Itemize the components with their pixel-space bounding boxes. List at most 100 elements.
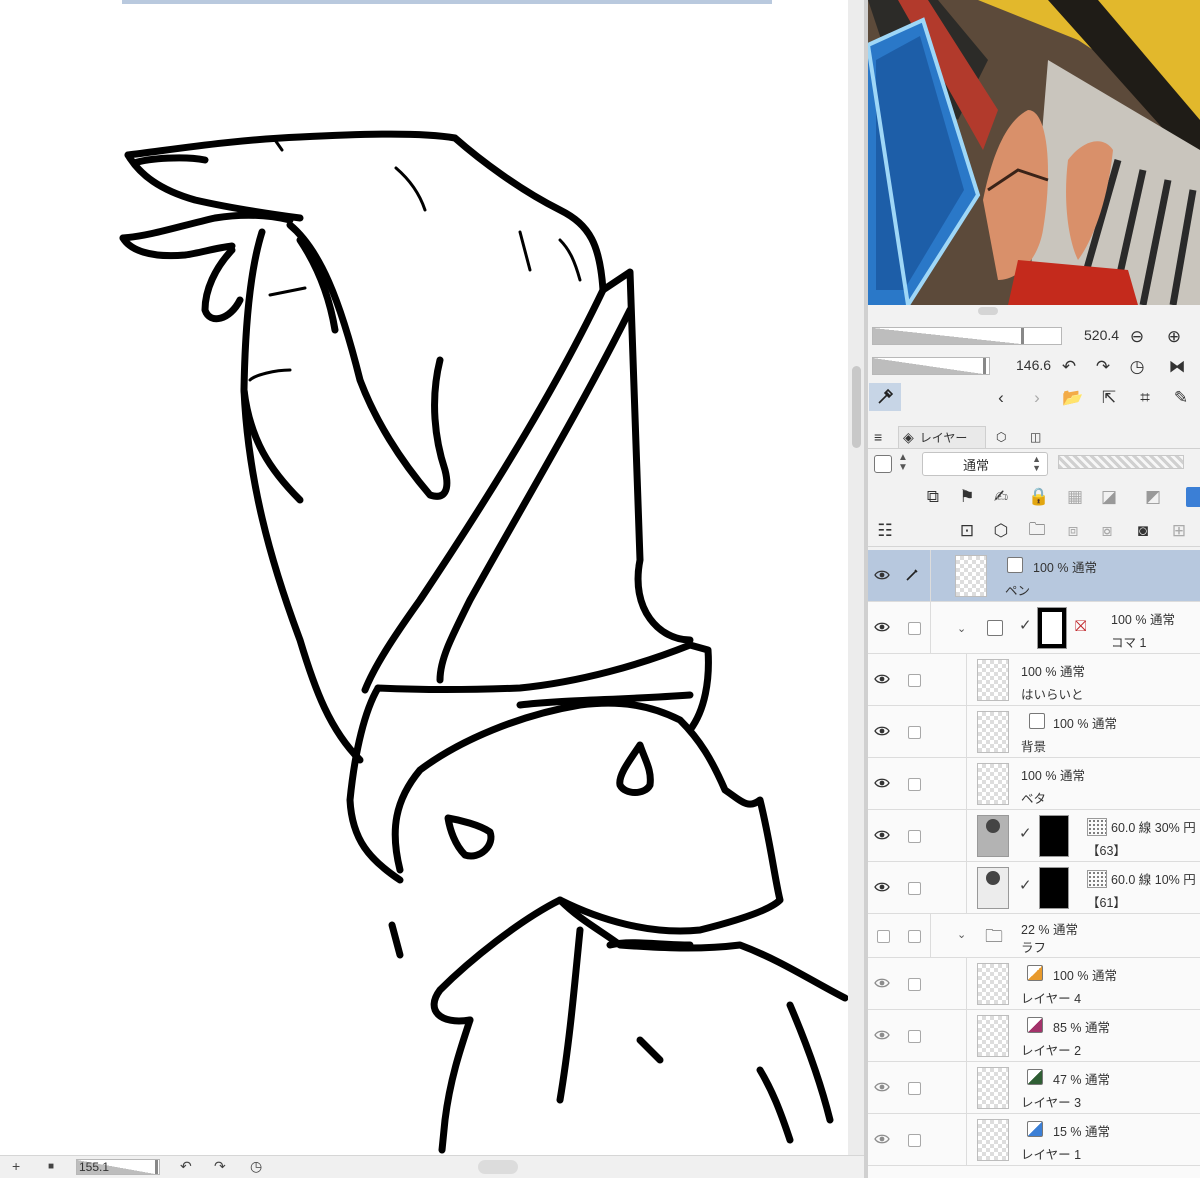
- rotate-right-icon[interactable]: ↷: [1092, 356, 1114, 378]
- zoom-row: 520.4 ⊖ ⊕: [868, 322, 1200, 352]
- layer-row[interactable]: 47 % 通常 レイヤー 3: [868, 1062, 1200, 1114]
- canvas-vertical-scrollbar[interactable]: [849, 0, 864, 1155]
- eyedropper-button[interactable]: [869, 383, 901, 411]
- navigator-preview[interactable]: [868, 0, 1200, 305]
- zoom-slider[interactable]: 155.1: [76, 1159, 160, 1175]
- layer-checkbox[interactable]: [908, 622, 921, 635]
- mask-icon[interactable]: ◙: [1132, 520, 1154, 542]
- visibility-eye-icon[interactable]: [874, 827, 890, 843]
- zoom-out-icon[interactable]: ⊖: [1126, 326, 1148, 348]
- layer-row[interactable]: 85 % 通常 レイヤー 2: [868, 1010, 1200, 1062]
- chevron-down-icon[interactable]: ⌄: [957, 928, 966, 941]
- layer-checkbox[interactable]: [908, 1030, 921, 1043]
- pen-icon: [904, 567, 920, 583]
- layer-settings-icon[interactable]: ☷: [874, 520, 896, 542]
- visibility-eye-icon[interactable]: [874, 775, 890, 791]
- new-folder-icon[interactable]: 🗀: [1026, 520, 1048, 542]
- navigator-zoom-slider[interactable]: [872, 327, 1062, 345]
- vertical-scroll-thumb[interactable]: [852, 366, 861, 448]
- merge-down-icon[interactable]: ⧇: [1096, 520, 1118, 542]
- layer-checkbox[interactable]: [908, 882, 921, 895]
- layer-row[interactable]: 100 % 通常 ペン: [868, 550, 1200, 602]
- canvas-sheet[interactable]: [0, 0, 848, 1155]
- status-bar: + ■ 155.1 ↶ ↷ ◷: [0, 1155, 864, 1178]
- layer-lock-toolbar: ⧉ ⚑ ✍ 🔒 ▦ ◪ ◩: [868, 483, 1200, 511]
- layer-row[interactable]: ⌄ ✓ ⛝ 100 % 通常 コマ 1: [868, 602, 1200, 654]
- transfer-down-icon[interactable]: ⧈: [1062, 520, 1084, 542]
- layer-checkbox[interactable]: [908, 1082, 921, 1095]
- rotate-left-icon[interactable]: ↶: [180, 1158, 192, 1175]
- layer-tone-settings: 60.0 線 10% 円: [1111, 873, 1196, 887]
- new-vector-layer-icon[interactable]: ⬡: [990, 520, 1012, 542]
- tab-history-icon[interactable]: ◫: [1030, 426, 1041, 448]
- lock-transparent-icon[interactable]: ▦: [1064, 486, 1086, 508]
- layer-checkbox[interactable]: [908, 778, 921, 791]
- draft-layer-icon[interactable]: ✍: [990, 486, 1012, 508]
- opacity-slider[interactable]: [1058, 455, 1184, 469]
- next-icon[interactable]: ›: [1026, 387, 1048, 409]
- visibility-checkbox[interactable]: [877, 930, 890, 943]
- tab-layer-property-icon[interactable]: ⬡: [996, 426, 1006, 448]
- layer-checkbox[interactable]: [908, 726, 921, 739]
- new-raster-layer-icon[interactable]: ⊡: [956, 520, 978, 542]
- visibility-eye-icon[interactable]: [874, 723, 890, 739]
- open-folder-icon[interactable]: 📂: [1062, 387, 1084, 409]
- visibility-eye-icon[interactable]: [874, 619, 890, 635]
- camera-icon[interactable]: ⌗: [1134, 387, 1156, 409]
- navigator-resize-grip[interactable]: [978, 307, 998, 315]
- reset-rotation-icon[interactable]: ◷: [1126, 356, 1148, 378]
- panel-menu-icon[interactable]: ≡: [874, 426, 882, 448]
- navigator-rotation-slider[interactable]: [872, 357, 990, 375]
- canvas-area[interactable]: [0, 0, 864, 1155]
- horizontal-scroll-thumb[interactable]: [478, 1160, 518, 1174]
- layer-row[interactable]: ✓ 60.0 線 10% 円 【61】: [868, 862, 1200, 914]
- flip-horizontal-icon[interactable]: ⧓: [1166, 356, 1188, 378]
- visibility-eye-icon[interactable]: [874, 975, 890, 991]
- ruler-toggle-icon[interactable]: ◩: [1142, 486, 1164, 508]
- layer-checkbox[interactable]: [908, 978, 921, 991]
- layer-row[interactable]: 100 % 通常 はいらいと: [868, 654, 1200, 706]
- layer-checkbox[interactable]: [908, 830, 921, 843]
- blend-row: ▲ ▼ 通常 ▲ ▼: [868, 450, 1200, 480]
- layer-row[interactable]: 100 % 通常 ベタ: [868, 758, 1200, 810]
- edit-icon[interactable]: ✎: [1170, 387, 1192, 409]
- layer-name: レイヤー 4: [1021, 992, 1082, 1006]
- mask-toggle-icon[interactable]: ◪: [1098, 486, 1120, 508]
- reset-rotation-icon[interactable]: ◷: [250, 1158, 262, 1175]
- layer-row[interactable]: 15 % 通常 レイヤー 1: [868, 1114, 1200, 1166]
- export-icon[interactable]: ⇱: [1098, 387, 1120, 409]
- zoom-slider-knob[interactable]: [1021, 328, 1024, 344]
- lock-icon[interactable]: 🔒: [1028, 486, 1050, 508]
- visibility-eye-icon[interactable]: [874, 671, 890, 687]
- layer-row[interactable]: ⌄ 🗀 22 % 通常 ラフ: [868, 914, 1200, 958]
- layer-row[interactable]: 100 % 通常 レイヤー 4: [868, 958, 1200, 1010]
- clip-icon[interactable]: ⧉: [922, 486, 944, 508]
- color-mode-swatch[interactable]: [874, 455, 892, 473]
- visibility-eye-icon[interactable]: [874, 1131, 890, 1147]
- layer-color-icon[interactable]: [1186, 487, 1200, 507]
- zoom-knob[interactable]: [155, 1160, 158, 1174]
- rotate-right-icon[interactable]: ↷: [214, 1158, 226, 1175]
- add-button[interactable]: +: [12, 1158, 20, 1174]
- layer-checkbox[interactable]: [908, 930, 921, 943]
- zoom-in-icon[interactable]: ⊕: [1163, 326, 1185, 348]
- reference-layer-icon[interactable]: ⚑: [956, 486, 978, 508]
- visibility-eye-icon[interactable]: [874, 879, 890, 895]
- layer-row[interactable]: ✓ 60.0 線 30% 円 【63】: [868, 810, 1200, 862]
- layer-checkbox[interactable]: [908, 674, 921, 687]
- visibility-eye-icon[interactable]: [874, 1079, 890, 1095]
- rotate-left-icon[interactable]: ↶: [1058, 356, 1080, 378]
- tab-layer[interactable]: ◈ レイヤー: [898, 426, 986, 448]
- mask-apply-icon[interactable]: ⊞: [1168, 520, 1190, 542]
- chevron-down-icon[interactable]: ⌄: [957, 622, 966, 635]
- visibility-eye-icon[interactable]: [874, 1027, 890, 1043]
- layer-row[interactable]: 100 % 通常 背景: [868, 706, 1200, 758]
- visibility-eye-icon[interactable]: [874, 567, 890, 583]
- previous-icon[interactable]: ‹: [990, 387, 1012, 409]
- stop-icon[interactable]: ■: [48, 1161, 54, 1172]
- blend-mode-select[interactable]: 通常 ▲ ▼: [922, 452, 1048, 476]
- color-mode-stepper-icon[interactable]: ▲ ▼: [898, 453, 908, 473]
- layer-checkbox[interactable]: [908, 1134, 921, 1147]
- tone-thumbnail: [977, 815, 1009, 857]
- rotation-slider-knob[interactable]: [983, 358, 986, 374]
